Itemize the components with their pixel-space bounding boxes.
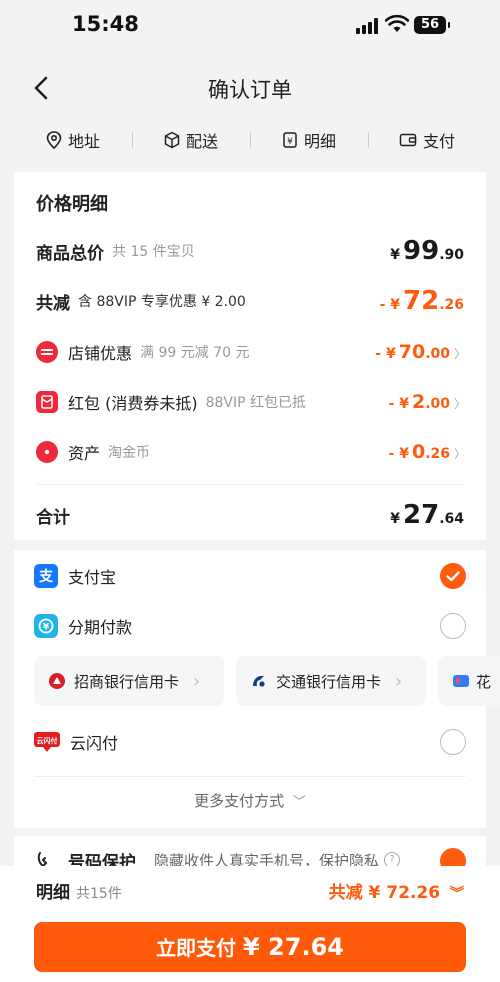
payment-option-installment[interactable]: ¥ 分期付款 [34,608,466,644]
tab-address[interactable]: 地址 [14,128,132,152]
total-price-label: 商品总价 [36,243,104,264]
section-tabs: 地址 配送 ¥ 明细 支付 [14,120,486,160]
toggle-on-icon[interactable] [440,848,466,868]
detail-toggle[interactable]: 明细 共15件 [36,878,122,903]
bottom-item-count: 共15件 [76,886,122,902]
wallet-icon [399,133,417,147]
chevron-down-icon: ﹀ [292,795,306,810]
tab-detail[interactable]: ¥ 明细 [250,128,368,152]
tab-detail-label: 明细 [303,132,336,151]
bank-card-label: 招商银行信用卡 [74,672,180,691]
store-discount-label: 店铺优惠 [68,344,133,363]
page-title: 确认订单 [208,78,292,102]
total-reduction-amount: - ¥ 72 .26 [379,286,464,316]
bank-card-bocom[interactable]: 交通银行信用卡 › [236,656,426,706]
svg-text:支: 支 [38,568,54,585]
cmb-bank-icon [49,673,65,689]
radio-unselected-icon[interactable] [440,729,466,755]
chevron-right-icon: 〉 [453,397,466,411]
bank-card-huabei[interactable]: 花 [438,656,500,706]
sum-amount: ¥ 27 .64 [390,500,464,530]
number-protection-row[interactable]: 号码保护 隐藏收件人真实手机号，保护隐私 ? [14,836,486,868]
asset-type: 淘金币 [108,445,151,461]
total-reduction-row: 共减 含 88VIP 专享优惠 ¥ 2.00 - ¥ 72 .26 [36,286,464,316]
alipay-label: 支付宝 [68,568,117,587]
red-packet-amount: - ¥ 2 .00 [388,391,450,413]
chevron-right-icon: 〉 [453,447,466,461]
asset-amount: - ¥ 0 .26 [388,441,450,463]
more-payment-label: 更多支付方式 [194,792,285,810]
battery-icon: 56 [414,16,450,34]
vip-discount-note: 含 88VIP 专享优惠 ¥ 2.00 [78,294,246,310]
wifi-icon [385,14,409,32]
unionpay-label: 云闪付 [70,734,119,753]
store-discount-rule: 满 99 元减 70 元 [140,345,250,361]
unionpay-icon: 云闪付 [34,732,60,752]
total-price-row: 商品总价 共 15 件宝贝 ¥ 99 .90 [36,236,464,266]
payment-option-alipay[interactable]: 支 支付宝 [34,558,466,594]
price-detail-title: 价格明细 [36,194,108,215]
bank-card-label: 花 [476,672,492,691]
tab-payment-label: 支付 [422,132,455,151]
store-discount-amount: - ¥ 70 .00 [375,341,450,363]
svg-text:¥: ¥ [43,623,50,633]
receipt-icon: ¥ [283,132,297,148]
location-pin-icon [46,131,62,149]
huabei-icon [453,675,469,687]
item-count: 共 15 件宝贝 [112,244,195,260]
store-discount-row[interactable]: 店铺优惠 满 99 元减 70 元 - ¥ 70 .00 〉 [36,337,466,367]
checkmark-selected-icon[interactable] [440,563,466,589]
total-reduction-label: 共减 [36,293,70,314]
tab-address-label: 地址 [67,132,100,151]
sum-row: 合计 ¥ 27 .64 [36,500,464,530]
tag-icon [36,441,58,463]
pay-now-amount: ¥ 27.64 [243,933,344,961]
double-chevron-down-icon: ︾ [450,886,464,902]
tab-delivery[interactable]: 配送 [132,128,250,152]
number-protection-label: 号码保护 [68,853,136,868]
bank-card-cmb[interactable]: 招商银行信用卡 › [34,656,224,706]
svg-text:¥: ¥ [287,137,293,147]
svg-text:云闪付: 云闪付 [37,736,58,745]
status-time: 15:48 [72,12,139,36]
tab-payment[interactable]: 支付 [368,128,486,152]
chevron-right-icon: › [395,670,403,692]
bottom-reduction[interactable]: 共减 ¥ 72.26 ︾ [329,878,464,903]
red-packet-icon [36,391,58,413]
status-bar: 15:48 56 [0,0,500,52]
chevron-right-icon: › [193,670,201,692]
radio-unselected-icon[interactable] [440,613,466,639]
pay-now-button[interactable]: 立即支付 ¥ 27.64 [34,922,466,972]
asset-row[interactable]: 资产 淘金币 - ¥ 0 .26 〉 [36,437,466,467]
tab-delivery-label: 配送 [185,132,218,151]
payment-option-unionpay[interactable]: 云闪付 云闪付 [34,724,466,760]
installment-icon: ¥ [34,614,58,638]
chevron-right-icon: 〉 [453,347,466,361]
package-icon [164,131,180,149]
divider [36,484,464,485]
red-packet-note: 88VIP 红包已抵 [205,395,306,411]
sum-label: 合计 [36,507,70,528]
alipay-icon: 支 [34,564,58,588]
total-price-amount: ¥ 99 .90 [390,236,464,266]
store-coupon-icon [36,341,58,363]
nav-bar: 确认订单 [0,60,500,116]
bank-card-label: 交通银行信用卡 [276,672,382,691]
more-payment-methods-button[interactable]: 更多支付方式 ﹀ [14,790,486,811]
installment-label: 分期付款 [68,618,133,637]
checkout-bar: 明细 共15件 共减 ¥ 72.26 ︾ 立即支付 ¥ 27.64 [0,866,500,982]
bocom-bank-icon [253,675,265,687]
red-packet-label: 红包 (消费券未抵) [68,394,198,413]
asset-label: 资产 [68,444,101,463]
cellular-signal-icon [356,18,380,34]
pay-now-label: 立即支付 [156,936,237,960]
red-packet-row[interactable]: 红包 (消费券未抵) 88VIP 红包已抵 - ¥ 2 .00 〉 [36,387,466,417]
divider [34,776,466,777]
payment-methods-card: 支 支付宝 ¥ 分期付款 招商银行信用卡 › 交通银行信用卡 › 花 云闪付 云… [14,550,500,828]
price-detail-card: 价格明细 商品总价 共 15 件宝贝 ¥ 99 .90 共减 含 88VIP 专… [14,172,486,540]
